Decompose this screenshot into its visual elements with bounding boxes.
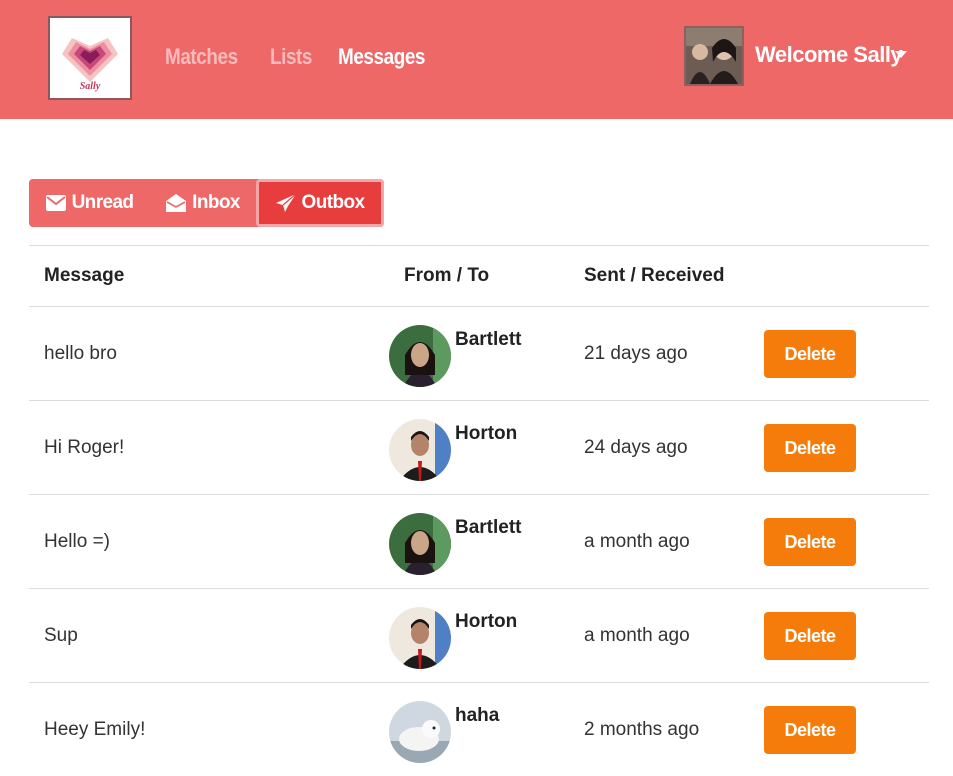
nav-lists[interactable]: Lists bbox=[270, 44, 312, 70]
tab-inbox-label: Inbox bbox=[192, 192, 240, 214]
avatar[interactable] bbox=[389, 607, 451, 669]
contact-name[interactable]: haha bbox=[455, 705, 499, 727]
table-row[interactable]: Heey Emily! haha 2 months ago bbox=[29, 683, 929, 776]
nav-messages[interactable]: Messages bbox=[338, 44, 425, 70]
paper-plane-icon bbox=[276, 194, 296, 212]
table-row[interactable]: Hi Roger! Horton bbox=[29, 401, 929, 495]
header-actions bbox=[749, 246, 929, 307]
tab-outbox[interactable]: Outbox bbox=[256, 179, 384, 227]
user-menu[interactable]: Welcome Sally bbox=[683, 26, 953, 88]
header-sent-received: Sent / Received bbox=[569, 246, 749, 307]
avatar[interactable] bbox=[389, 513, 451, 575]
person: Horton bbox=[404, 415, 569, 481]
person: haha bbox=[404, 697, 569, 763]
contact-name[interactable]: Horton bbox=[455, 423, 517, 445]
heart-logo-icon: Sally bbox=[50, 18, 130, 98]
svg-text:Sally: Sally bbox=[80, 81, 101, 92]
sent-time: 2 months ago bbox=[569, 683, 749, 776]
tab-unread[interactable]: Unread bbox=[29, 179, 150, 227]
top-navbar: Sally Matches Lists Messages Welcome Sal… bbox=[0, 0, 953, 119]
delete-button[interactable]: Delete bbox=[764, 330, 856, 378]
message-text[interactable]: Hello =) bbox=[29, 495, 389, 589]
person: Bartlett bbox=[404, 321, 569, 387]
welcome-label[interactable]: Welcome Sally bbox=[755, 42, 902, 68]
delete-button[interactable]: Delete bbox=[764, 612, 856, 660]
delete-button[interactable]: Delete bbox=[764, 424, 856, 472]
header-message: Message bbox=[29, 246, 389, 307]
contact-name[interactable]: Horton bbox=[455, 611, 517, 633]
tab-inbox[interactable]: Inbox bbox=[150, 179, 256, 227]
nav-matches[interactable]: Matches bbox=[165, 44, 238, 70]
tab-outbox-label: Outbox bbox=[302, 192, 365, 214]
envelope-icon bbox=[46, 195, 66, 211]
envelope-open-icon bbox=[166, 194, 186, 212]
message-tabs: Unread Inbox Outbox bbox=[29, 179, 384, 227]
person: Horton bbox=[404, 603, 569, 669]
table-header-row: Message From / To Sent / Received bbox=[29, 246, 929, 307]
sent-time: a month ago bbox=[569, 589, 749, 683]
contact-name[interactable]: Bartlett bbox=[455, 517, 522, 539]
person: Bartlett bbox=[404, 509, 569, 575]
message-text[interactable]: Heey Emily! bbox=[29, 683, 389, 776]
delete-button[interactable]: Delete bbox=[764, 706, 856, 754]
avatar[interactable] bbox=[389, 325, 451, 387]
main-nav: Matches Lists Messages bbox=[165, 44, 460, 70]
sent-time: a month ago bbox=[569, 495, 749, 589]
sent-time: 24 days ago bbox=[569, 401, 749, 495]
avatar[interactable] bbox=[389, 419, 451, 481]
chevron-down-icon[interactable] bbox=[895, 51, 907, 58]
table-row[interactable]: Hello =) Bartlett a month ago bbox=[29, 495, 929, 589]
header-from-to: From / To bbox=[389, 246, 569, 307]
message-text[interactable]: Hi Roger! bbox=[29, 401, 389, 495]
avatar[interactable] bbox=[389, 701, 451, 763]
message-text[interactable]: Sup bbox=[29, 589, 389, 683]
messages-table: Message From / To Sent / Received hello … bbox=[29, 245, 929, 776]
user-avatar[interactable] bbox=[684, 26, 744, 86]
tab-unread-label: Unread bbox=[72, 192, 134, 214]
message-text[interactable]: hello bro bbox=[29, 307, 389, 401]
sent-time: 21 days ago bbox=[569, 307, 749, 401]
contact-name[interactable]: Bartlett bbox=[455, 329, 522, 351]
brand-logo[interactable]: Sally bbox=[48, 16, 132, 100]
table-row[interactable]: hello bro Bartlett 21 days ag bbox=[29, 307, 929, 401]
delete-button[interactable]: Delete bbox=[764, 518, 856, 566]
table-row[interactable]: Sup Horton a m bbox=[29, 589, 929, 683]
